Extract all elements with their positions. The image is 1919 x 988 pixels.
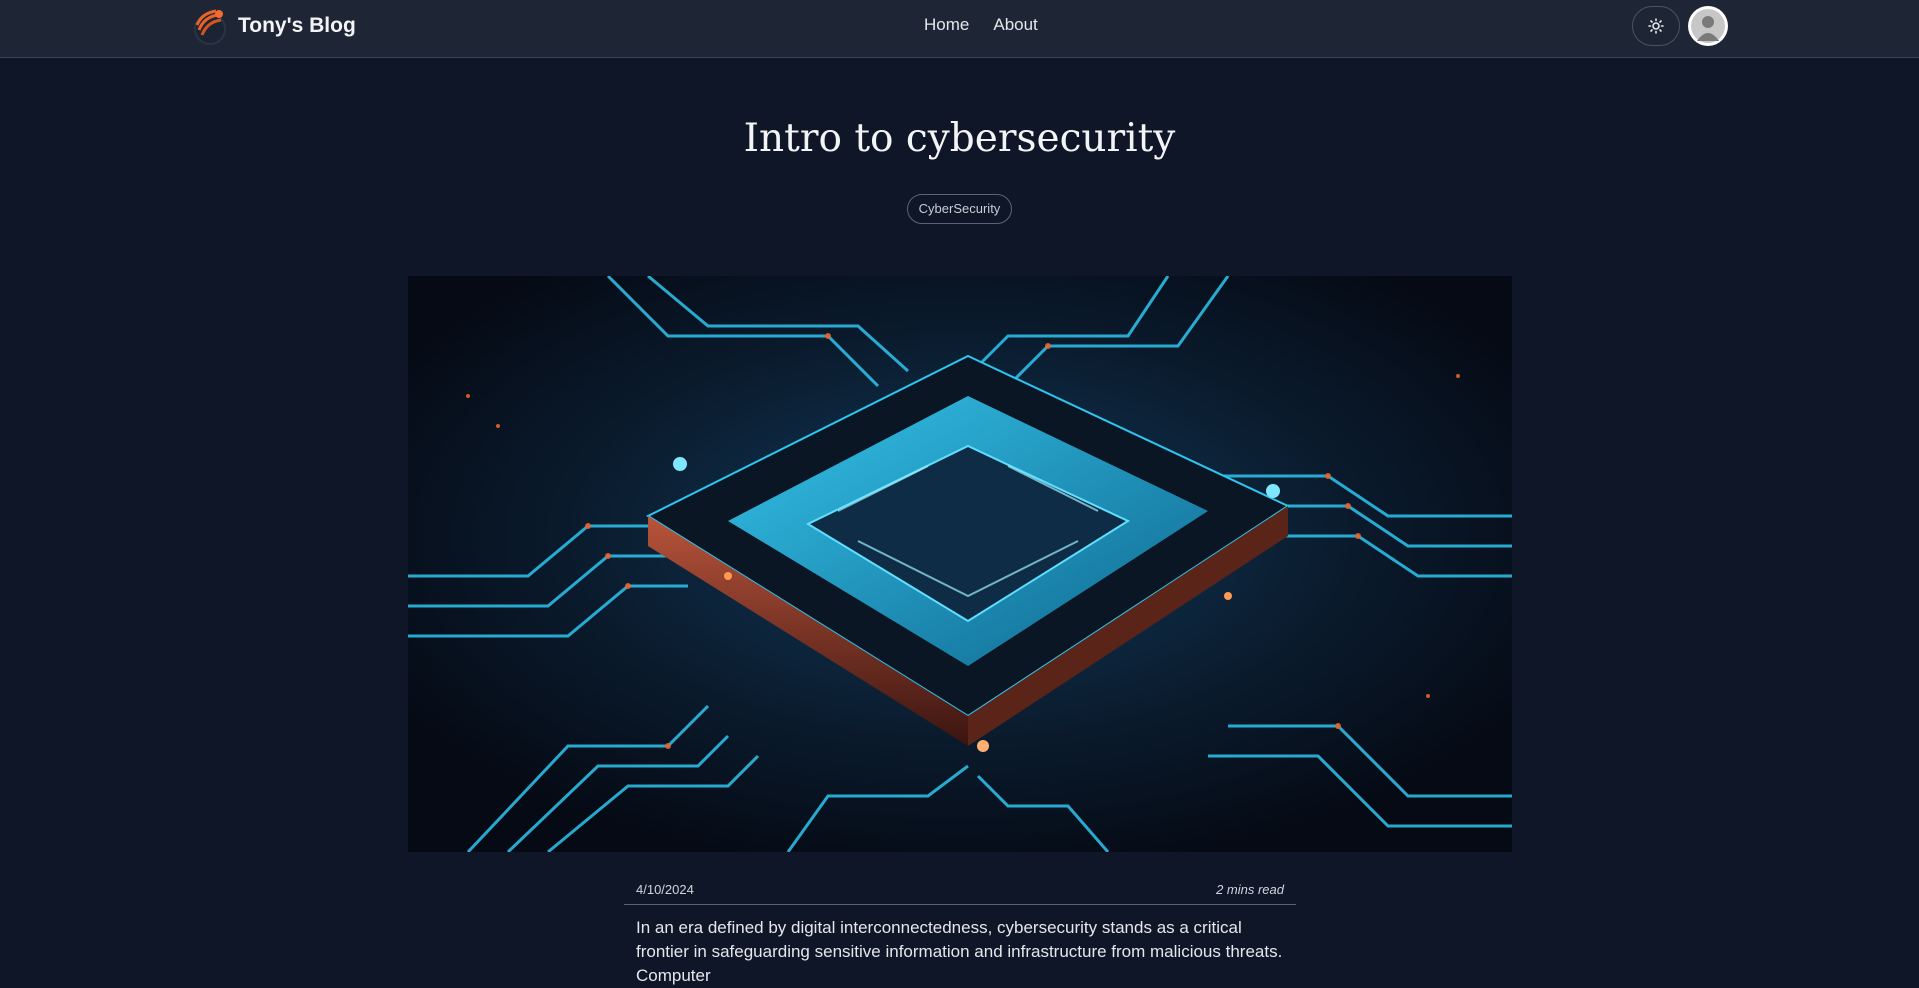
top-navbar: Tony's Blog Home About	[0, 0, 1919, 58]
circuit-board-chip-image	[408, 276, 1512, 852]
brand-link[interactable]: Tony's Blog	[188, 4, 356, 48]
brand-name: Tony's Blog	[238, 14, 356, 37]
article-paragraph: In an era defined by digital interconnec…	[636, 918, 1283, 985]
post-meta: 4/10/2024 2 mins read	[624, 874, 1296, 905]
post-tags: CyberSecurity	[0, 194, 1919, 224]
post-title: Intro to cybersecurity	[743, 116, 1176, 161]
user-avatar[interactable]	[1688, 6, 1728, 46]
post-date: 4/10/2024	[636, 881, 694, 897]
blog-logo-icon	[194, 9, 226, 45]
read-time: 2 mins read	[1216, 881, 1284, 897]
main-nav: Home About	[924, 15, 1038, 35]
hero-image	[408, 276, 1512, 852]
tag-cybersecurity[interactable]: CyberSecurity	[906, 194, 1013, 224]
user-avatar-icon	[1691, 9, 1725, 43]
nav-home-link[interactable]: Home	[924, 15, 969, 35]
sun-icon	[1648, 18, 1664, 34]
nav-about-link[interactable]: About	[993, 15, 1037, 35]
theme-toggle-button[interactable]	[1632, 6, 1680, 46]
